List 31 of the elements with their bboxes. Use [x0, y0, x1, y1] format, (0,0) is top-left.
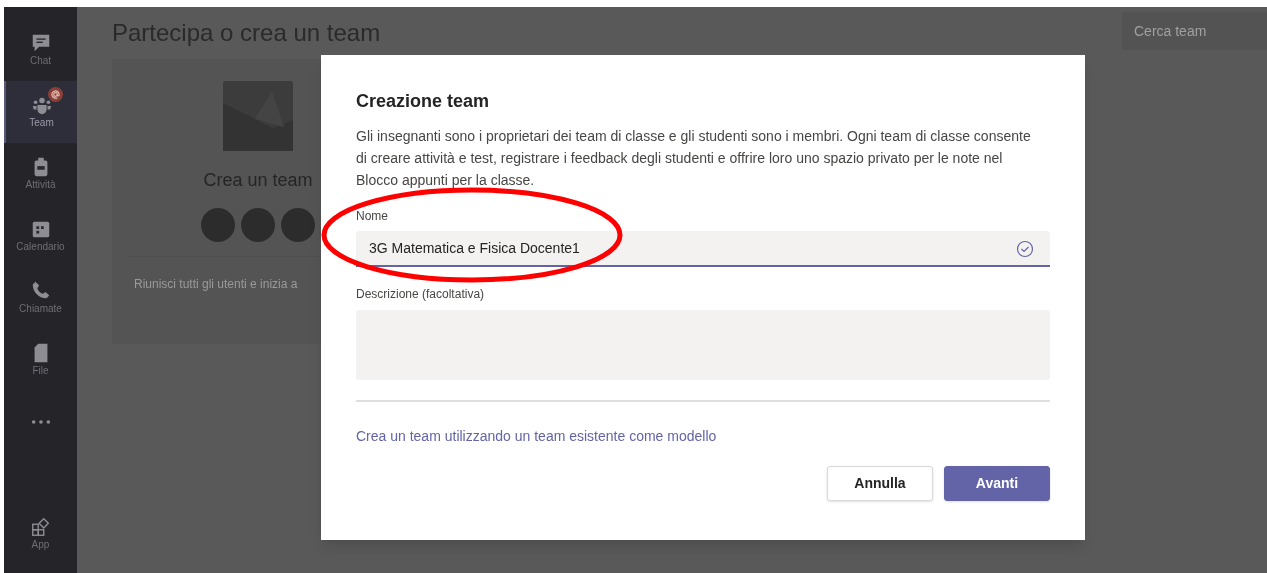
rail-item[interactable]: Attività [4, 143, 77, 205]
rail-label: Chiamate [19, 302, 62, 316]
card-text: Riunisci tutti gli utenti e inizia a [134, 276, 298, 293]
template-link[interactable]: Crea un team utilizzando un team esistente come modello [356, 426, 717, 447]
field-label: Nome [356, 208, 389, 225]
name-input-field[interactable]: 3G Matematica e Fisica Docente1 [356, 231, 1050, 267]
avatar-icon [201, 208, 235, 242]
avatar-icon [241, 208, 275, 242]
rail-item[interactable]: File [4, 329, 77, 391]
rail-label: Calendario [16, 240, 65, 254]
cancel-button[interactable]: Annulla [827, 466, 933, 501]
more-icon [29, 419, 52, 425]
avatar-icon [281, 208, 315, 242]
rail-label: Team [29, 116, 54, 130]
rail-item[interactable]: Chat [4, 19, 77, 81]
next-button[interactable]: Avanti [944, 466, 1050, 501]
rail-label: Chat [29, 54, 52, 68]
search-field[interactable]: Cerca team [1122, 12, 1267, 50]
apps-icon [29, 516, 52, 538]
rail-item[interactable]: Calendario [4, 205, 77, 267]
rail-label: App [31, 538, 50, 552]
image-placeholder-icon [223, 81, 293, 151]
rail-item[interactable]: App [4, 503, 77, 565]
rail-label: Attività [25, 178, 56, 192]
mention-badge-icon [48, 87, 63, 102]
field-label: Descrizione (facoltativa) [356, 286, 486, 303]
dialog-title: Creazione team [356, 90, 491, 113]
rail-label: File [32, 364, 49, 378]
rail-item[interactable]: Team [4, 81, 77, 143]
dialog-description: Gli insegnanti sono i proprietari dei team di classe e gli studenti sono i membri. Ogni team di classe consente di creare attività e test, registrare i feedback degli studenti e offrire loro uno spazio privato per le note nel Blocco appunti per la classe. [356, 127, 1032, 190]
rail-item[interactable]: Chiamate [4, 267, 77, 329]
